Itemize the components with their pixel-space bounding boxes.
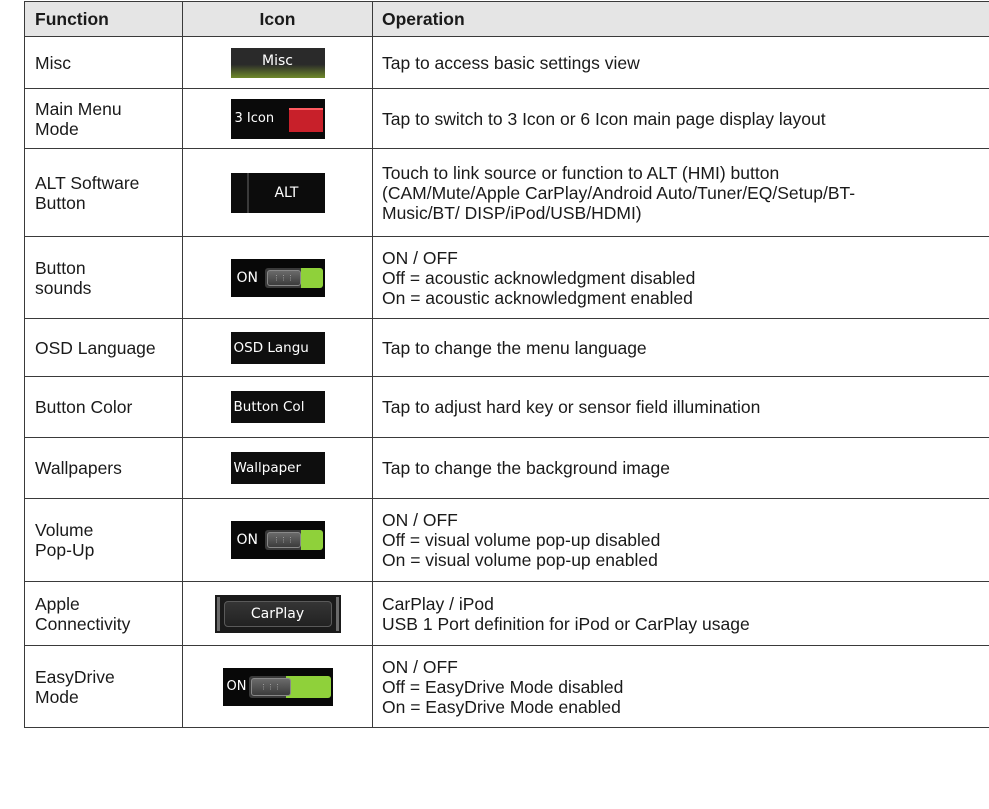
main-menu-mode-icon: 3 Icon bbox=[230, 98, 325, 139]
operation-cell: Tap to change the background image bbox=[372, 437, 989, 499]
misc-icon: Misc bbox=[230, 47, 325, 78]
icon-cell: Button Col bbox=[182, 376, 373, 438]
operation-cell: Touch to link source or function to ALT … bbox=[372, 148, 989, 237]
function-cell: Button Color bbox=[24, 376, 183, 438]
operation-cell: Tap to switch to 3 Icon or 6 Icon main p… bbox=[372, 88, 989, 149]
easydrive-toggle-icon: ON ⋮⋮⋮ bbox=[222, 667, 333, 706]
icon-cell: 3 Icon bbox=[182, 88, 373, 149]
toggle-switch-icon: ON ⋮⋮⋮ bbox=[230, 521, 325, 559]
icon-cell: Misc bbox=[182, 36, 373, 89]
operation-cell: ON / OFF Off = EasyDrive Mode disabled O… bbox=[372, 645, 989, 728]
operation-cell: ON / OFF Off = visual volume pop-up disa… bbox=[372, 498, 989, 582]
function-cell: EasyDrive Mode bbox=[24, 645, 183, 728]
carplay-icon: CarPlay bbox=[214, 594, 341, 633]
function-cell: Volume Pop-Up bbox=[24, 498, 183, 582]
wallpapers-icon: Wallpaper bbox=[230, 452, 325, 484]
table-row: Button Color Button Col Tap to adjust ha… bbox=[24, 376, 989, 438]
function-cell: Misc bbox=[24, 36, 183, 89]
table-row: Misc Misc Tap to access basic settings v… bbox=[24, 36, 989, 89]
icon-cell: ALT bbox=[182, 148, 373, 237]
icon-cell: OSD Langu bbox=[182, 318, 373, 377]
table-row: EasyDrive Mode ON ⋮⋮⋮ ON / OFF Off = Eas… bbox=[24, 645, 989, 728]
function-cell: ALT Software Button bbox=[24, 148, 183, 237]
table-header-row: Function Icon Operation bbox=[24, 1, 989, 37]
alt-button-icon: ALT bbox=[230, 172, 325, 213]
function-cell: OSD Language bbox=[24, 318, 183, 377]
icon-cell: ON ⋮⋮⋮ bbox=[182, 645, 373, 728]
table-row: OSD Language OSD Langu Tap to change the… bbox=[24, 318, 989, 377]
function-cell: Button sounds bbox=[24, 236, 183, 319]
toggle-switch-icon: ON ⋮⋮⋮ bbox=[230, 258, 325, 297]
function-cell: Main Menu Mode bbox=[24, 88, 183, 149]
function-table: Function Icon Operation Misc Misc Tap to… bbox=[24, 1, 989, 728]
table-row: Apple Connectivity CarPlay CarPlay / iPo… bbox=[24, 581, 989, 646]
function-cell: Apple Connectivity bbox=[24, 581, 183, 646]
operation-cell: Tap to access basic settings view bbox=[372, 36, 989, 89]
function-cell: Wallpapers bbox=[24, 437, 183, 499]
button-color-icon: Button Col bbox=[230, 391, 325, 423]
operation-cell: Tap to change the menu language bbox=[372, 318, 989, 377]
icon-cell: Wallpaper bbox=[182, 437, 373, 499]
osd-language-icon: OSD Langu bbox=[230, 331, 325, 364]
header-function: Function bbox=[24, 1, 183, 37]
operation-cell: ON / OFF Off = acoustic acknowledgment d… bbox=[372, 236, 989, 319]
icon-cell: CarPlay bbox=[182, 581, 373, 646]
table-row: ALT Software Button ALT Touch to link so… bbox=[24, 148, 989, 237]
icon-cell: ON ⋮⋮⋮ bbox=[182, 236, 373, 319]
table-row: Volume Pop-Up ON ⋮⋮⋮ ON / OFF Off = visu… bbox=[24, 498, 989, 582]
table-row: Wallpapers Wallpaper Tap to change the b… bbox=[24, 437, 989, 499]
table-row: Button sounds ON ⋮⋮⋮ ON / OFF Off = acou… bbox=[24, 236, 989, 319]
header-operation: Operation bbox=[372, 1, 989, 37]
operation-cell: CarPlay / iPod USB 1 Port definition for… bbox=[372, 581, 989, 646]
operation-cell: Tap to adjust hard key or sensor field i… bbox=[372, 376, 989, 438]
icon-cell: ON ⋮⋮⋮ bbox=[182, 498, 373, 582]
table-row: Main Menu Mode 3 Icon Tap to switch to 3… bbox=[24, 88, 989, 149]
header-icon: Icon bbox=[182, 1, 373, 37]
